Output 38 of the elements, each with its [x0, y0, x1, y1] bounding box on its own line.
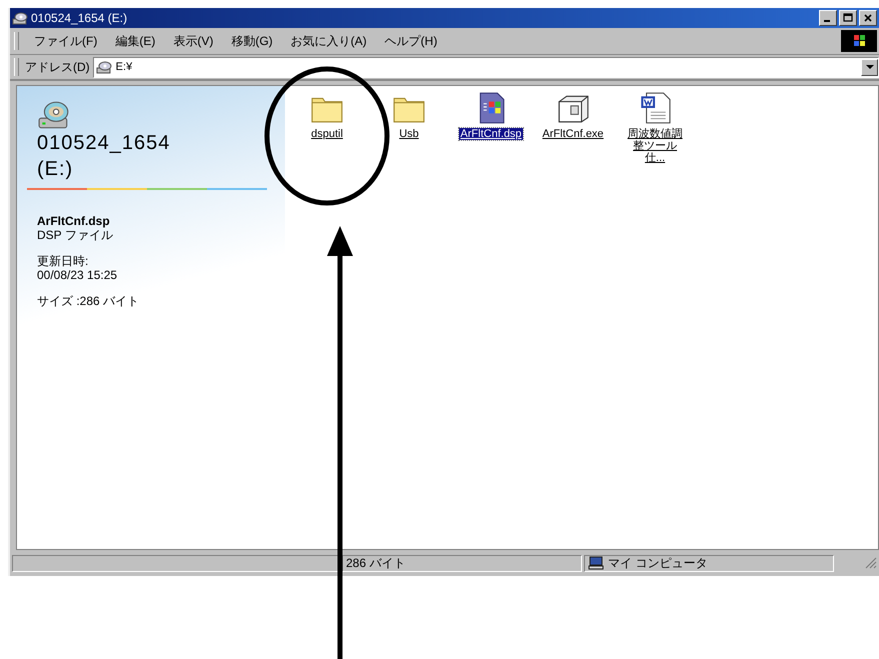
address-label: アドレス(D) — [25, 58, 90, 76]
windows-logo-icon — [841, 30, 877, 52]
cd-drive-icon — [12, 10, 28, 26]
modified-label: 更新日時: — [37, 254, 90, 268]
drive-letter: (E:) — [37, 157, 74, 182]
status-size: 286 バイト — [342, 554, 582, 572]
maximize-icon — [843, 13, 853, 23]
modified-date: 00/08/23 15:25 — [37, 268, 118, 282]
close-icon — [863, 13, 873, 23]
menu-item[interactable]: お気に入り(A) — [282, 32, 376, 50]
file-type: DSP ファイル — [37, 228, 114, 242]
file-label[interactable]: dsputil — [310, 128, 344, 140]
file-name: ArFltCnf.dsp — [37, 214, 111, 228]
computer-icon — [588, 556, 604, 570]
file-label[interactable]: Usb — [398, 128, 420, 140]
menu-item[interactable]: 移動(G) — [222, 32, 282, 50]
dropdown-button[interactable] — [861, 58, 878, 76]
caret-icon — [866, 64, 874, 70]
file-label[interactable]: ArFltCnf.dsp — [459, 128, 523, 140]
cd-drive-icon — [37, 100, 71, 130]
maximize-button[interactable] — [839, 10, 857, 26]
window-title: 010524_1654 (E:) — [31, 11, 128, 25]
word-document-icon[interactable] — [638, 92, 672, 124]
minimize-button[interactable] — [819, 10, 837, 26]
menu-item[interactable]: ヘルプ(H) — [376, 32, 446, 50]
file-label[interactable]: 周波数値調整ツール仕... — [623, 128, 687, 164]
cd-drive-icon — [96, 59, 112, 75]
file-size: サイズ :286 バイト — [37, 294, 140, 308]
minimize-icon — [824, 20, 830, 22]
close-button[interactable] — [859, 10, 877, 26]
menu-item[interactable]: 編集(E) — [106, 32, 164, 50]
resize-grip-icon[interactable] — [865, 557, 877, 569]
menu-item[interactable]: ファイル(F) — [25, 32, 106, 50]
file-label[interactable]: ArFltCnf.exe — [541, 128, 605, 140]
address-field[interactable]: E:¥ — [92, 56, 879, 78]
menu-item[interactable]: 表示(V) — [164, 32, 222, 50]
status-zone: マイ コンピュータ — [608, 554, 708, 572]
drive-name: 010524_1654 — [37, 131, 172, 156]
